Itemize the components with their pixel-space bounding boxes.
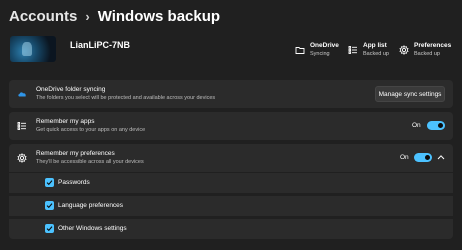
summary-onedrive: OneDrive Syncing: [295, 42, 339, 62]
remember-preferences-toggle[interactable]: [414, 153, 432, 162]
checkbox-passwords[interactable]: [45, 178, 54, 187]
remember-apps-toggle[interactable]: [427, 121, 445, 130]
summary-app-list: App list Backed up: [348, 42, 389, 62]
gear-icon: [17, 153, 27, 163]
checkbox-label: Other Windows settings: [58, 225, 127, 232]
manage-sync-settings-button[interactable]: Manage sync settings: [375, 86, 445, 102]
summary-preferences: Preferences Backed up: [399, 42, 451, 62]
summary-status: Backed up: [414, 51, 440, 57]
remember-preferences-card: Remember my preferences They'll be acces…: [9, 144, 453, 172]
summary-title: OneDrive: [310, 42, 339, 49]
remember-apps-subtitle: Get quick access to your apps on any dev…: [36, 127, 146, 133]
breadcrumb: Accounts › Windows backup: [9, 5, 220, 27]
device-name: LianLiPC-7NB: [70, 40, 131, 50]
chevron-up-icon[interactable]: [437, 154, 445, 160]
cloud-icon: [18, 92, 26, 97]
checkbox-language-preferences[interactable]: [45, 201, 54, 210]
gear-icon: [399, 45, 409, 55]
remember-apps-card: Remember my apps Get quick access to you…: [9, 112, 453, 140]
preference-option-other-windows: Other Windows settings: [9, 219, 453, 239]
summary-status: Backed up: [363, 51, 389, 57]
checkmark-icon: [46, 226, 53, 232]
device-thumbnail: [10, 36, 56, 62]
page-title: Windows backup: [97, 7, 221, 25]
remember-apps-toggle-label: On: [412, 122, 421, 129]
checkbox-label: Passwords: [58, 179, 90, 186]
summary-title: App list: [363, 42, 387, 49]
remember-preferences-toggle-label: On: [400, 154, 409, 161]
checkbox-other-windows-settings[interactable]: [45, 224, 54, 233]
breadcrumb-accounts-link[interactable]: Accounts: [9, 8, 77, 25]
onedrive-title: OneDrive folder syncing: [36, 86, 106, 93]
checkmark-icon: [46, 180, 53, 186]
remember-preferences-title: Remember my preferences: [36, 150, 115, 157]
summary-title: Preferences: [414, 42, 452, 49]
checkmark-icon: [46, 203, 53, 209]
app-list-icon: [17, 122, 26, 130]
remember-preferences-subtitle: They'll be accessible across all your de…: [36, 159, 144, 165]
app-list-icon: [348, 46, 357, 54]
onedrive-subtitle: The folders you select will be protected…: [36, 95, 216, 101]
folder-icon: [295, 47, 305, 54]
summary-status: Syncing: [310, 51, 330, 57]
remember-apps-title: Remember my apps: [36, 118, 95, 125]
checkbox-label: Language preferences: [58, 202, 124, 209]
preference-option-passwords: Passwords: [9, 173, 453, 193]
breadcrumb-separator: ›: [85, 8, 90, 24]
preference-option-language: Language preferences: [9, 196, 453, 216]
